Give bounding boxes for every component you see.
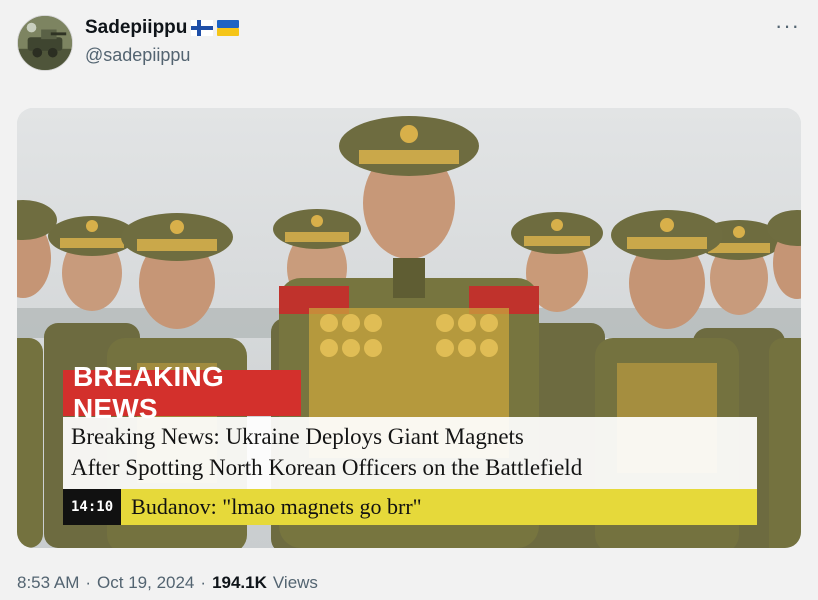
finland-flag-icon xyxy=(191,20,214,36)
ukraine-flag-icon xyxy=(217,20,240,36)
news-ticker: 14:10 Budanov: "lmao magnets go brr" xyxy=(63,489,757,525)
tweet-time[interactable]: 8:53 AM xyxy=(17,573,79,593)
tweet-date[interactable]: Oct 19, 2024 xyxy=(97,573,194,593)
headline-line-2: After Spotting North Korean Officers on … xyxy=(71,455,583,480)
display-name-text: Sadepiippu xyxy=(85,17,188,38)
separator-dot: · xyxy=(200,573,207,592)
views-label: Views xyxy=(272,573,318,592)
tweet: Sadepiippu @sadepiippu ··· BREAKING NEWS… xyxy=(0,0,818,600)
views-count: 194.1K xyxy=(212,573,267,592)
avatar[interactable] xyxy=(17,15,73,71)
tweet-media[interactable]: BREAKING NEWS Breaking News: Ukraine Dep… xyxy=(17,108,801,548)
tweet-meta: 8:53 AM · Oct 19, 2024 · 194.1K Views xyxy=(17,573,318,593)
separator-dot: · xyxy=(85,573,92,592)
ticker-text: Budanov: "lmao magnets go brr" xyxy=(131,494,422,519)
headline-line-1: Breaking News: Ukraine Deploys Giant Mag… xyxy=(71,424,524,449)
breaking-news-tag: BREAKING NEWS xyxy=(63,361,301,424)
handle[interactable]: @sadepiippu xyxy=(85,45,190,66)
more-options-icon[interactable]: ··· xyxy=(775,15,800,37)
ticker-time: 14:10 xyxy=(63,489,122,525)
breaking-news-headline: Breaking News: Ukraine Deploys Giant Mag… xyxy=(63,417,757,489)
display-name[interactable]: Sadepiippu xyxy=(85,17,240,39)
